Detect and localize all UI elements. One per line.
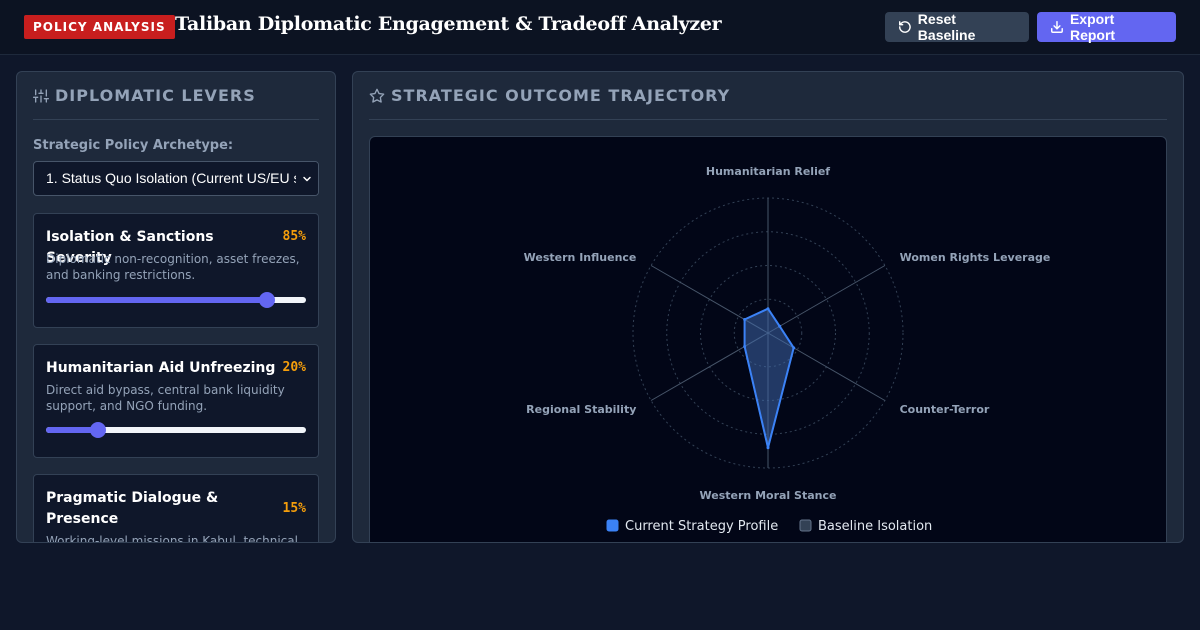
lever-percent: 20% [282,360,306,375]
humanitarian-slider[interactable] [46,422,306,438]
star-icon [369,88,385,103]
current-strategy-point [778,324,782,328]
policy-analysis-badge: POLICY ANALYSIS [24,15,175,39]
legend-swatch [606,519,619,532]
radar-axis-line [767,265,886,334]
slider-thumb[interactable] [90,422,106,438]
outcome-panel-title: STRATEGIC OUTCOME TRAJECTORY [391,86,731,105]
current-strategy-point [766,446,770,450]
current-strategy-point [743,318,747,321]
outcome-panel-header: STRATEGIC OUTCOME TRAJECTORY [369,72,1167,120]
reset-baseline-label: Reset Baseline [917,11,976,43]
chevron-down-icon [296,162,318,195]
sanctions-slider[interactable] [46,292,306,308]
export-report-label: Export Report [1069,11,1116,43]
radar-axis-label: Counter-Terror [900,403,990,416]
current-strategy-point [792,346,796,350]
archetype-select[interactable]: 1. Status Quo Isolation (Current US/EU s… [33,161,319,196]
lever-card-sanctions: Isolation & Sanctions Severity 85% Diplo… [33,213,319,328]
radar-axis-label: Regional Stability [526,403,636,416]
slider-fill [46,297,267,303]
lever-card-dialogue: Pragmatic Dialogue & Presence 15% Workin… [33,474,319,543]
levers-panel-header: DIPLOMATIC LEVERS [33,72,319,120]
diplomatic-levers-panel: DIPLOMATIC LEVERS Strategic Policy Arche… [16,71,336,543]
radar-axis-label: Women Rights Leverage [900,251,1051,264]
export-report-button[interactable]: Export Report [1037,11,1176,43]
reset-baseline-button[interactable]: Reset Baseline [885,11,1029,43]
legend-label: Current Strategy Profile [625,519,778,534]
radar-axis-label: Humanitarian Relief [706,165,830,178]
levers-panel-title: DIPLOMATIC LEVERS [55,86,256,105]
radar-axis-label: Western Influence [524,251,637,264]
outcome-trajectory-panel: STRATEGIC OUTCOME TRAJECTORY Humanitaria… [352,71,1184,543]
lever-description: Diplomatic non-recognition, asset freeze… [46,252,300,282]
current-strategy-point [766,307,770,311]
lever-description: Working-level missions in Kabul, technic… [46,534,298,543]
legend-label: Baseline Isolation [818,519,932,534]
archetype-selected-value: 1. Status Quo Isolation (Current US/EU s… [46,170,305,186]
lever-card-humanitarian: Humanitarian Aid Unfreezing 20% Direct a… [33,344,319,458]
archetype-label: Strategic Policy Archetype: [33,138,234,153]
app-header: POLICY ANALYSIS Taliban Diplomatic Engag… [0,0,1200,55]
sliders-icon [33,88,49,103]
lever-description: Direct aid bypass, central bank liquidit… [46,383,285,413]
app-title: Taliban Diplomatic Engagement & Tradeoff… [175,13,722,35]
lever-percent: 15% [282,501,306,516]
legend-swatch [799,519,812,532]
lever-percent: 85% [282,229,306,244]
radar-chart: Humanitarian Relief Women Rights Leverage… [524,165,1051,534]
slider-thumb[interactable] [259,292,275,308]
radar-axis-label: Western Moral Stance [700,489,837,502]
lever-title: Pragmatic Dialogue & Presence [46,490,219,527]
radar-chart-container: Humanitarian Relief Women Rights Leverage… [369,136,1167,542]
lever-title: Humanitarian Aid Unfreezing [46,360,276,376]
refresh-icon [899,21,911,33]
current-strategy-point [743,345,747,348]
download-icon [1051,21,1063,33]
current-strategy-polygon [743,307,795,449]
